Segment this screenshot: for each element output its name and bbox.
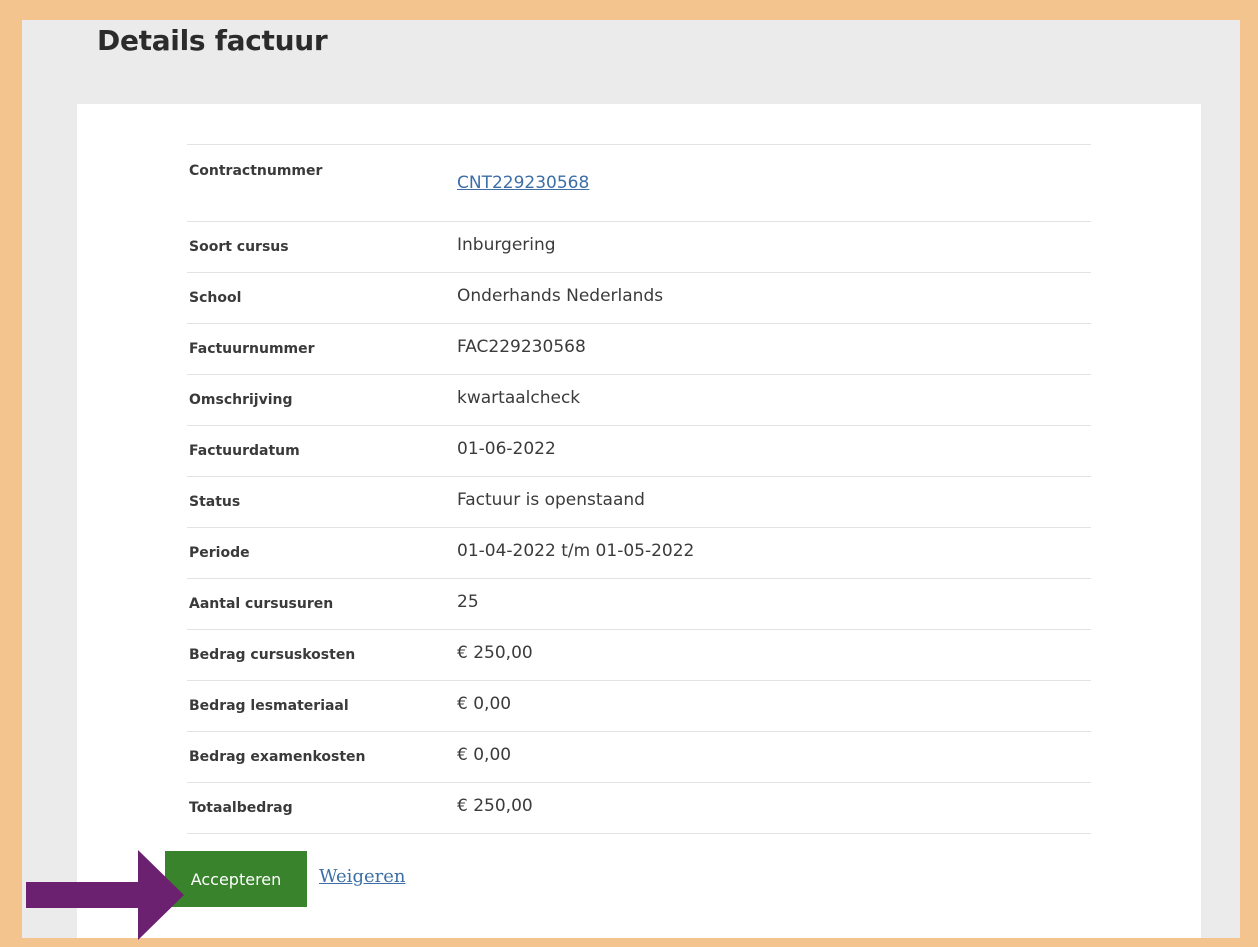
detail-label: Status — [189, 494, 241, 510]
detail-label: Omschrijving — [189, 392, 293, 408]
contract-number-link[interactable]: CNT229230568 — [457, 173, 589, 193]
detail-value: € 250,00 — [457, 796, 533, 816]
detail-row-bedrag-cursuskosten: Bedrag cursuskosten € 250,00 — [187, 630, 1091, 681]
detail-label: Bedrag lesmateriaal — [189, 698, 349, 714]
detail-row-bedrag-lesmateriaal: Bedrag lesmateriaal € 0,00 — [187, 681, 1091, 732]
detail-label: Bedrag cursuskosten — [189, 647, 356, 663]
detail-row-aantal-cursusuren: Aantal cursusuren 25 — [187, 579, 1091, 630]
detail-label: Factuurnummer — [189, 341, 315, 357]
detail-row-status: Status Factuur is openstaand — [187, 477, 1091, 528]
detail-label: Contractnummer — [189, 163, 323, 179]
detail-value: kwartaalcheck — [457, 388, 581, 408]
detail-label: Bedrag examenkosten — [189, 749, 366, 765]
detail-row-periode: Periode 01-04-2022 t/m 01-05-2022 — [187, 528, 1091, 579]
detail-value: Inburgering — [457, 235, 556, 255]
page-frame: Details factuur Contractnummer CNT229230… — [22, 20, 1240, 938]
detail-label: Factuurdatum — [189, 443, 300, 459]
detail-row-omschrijving: Omschrijving kwartaalcheck — [187, 375, 1091, 426]
refuse-link[interactable]: Weigeren — [319, 866, 405, 887]
detail-row-school: School Onderhands Nederlands — [187, 273, 1091, 324]
detail-value: FAC229230568 — [457, 337, 586, 357]
accept-button[interactable]: Accepteren — [165, 851, 307, 907]
detail-value: € 250,00 — [457, 643, 533, 663]
detail-label: Aantal cursusuren — [189, 596, 334, 612]
detail-label: Soort cursus — [189, 239, 289, 255]
invoice-details-table: Contractnummer CNT229230568 Soort cursus… — [187, 144, 1091, 834]
detail-row-factuurdatum: Factuurdatum 01-06-2022 — [187, 426, 1091, 477]
detail-label: Periode — [189, 545, 250, 561]
invoice-details-card: Contractnummer CNT229230568 Soort cursus… — [77, 104, 1201, 938]
detail-row-totaalbedrag: Totaalbedrag € 250,00 — [187, 783, 1091, 834]
detail-value: € 0,00 — [457, 694, 512, 714]
detail-label: Totaalbedrag — [189, 800, 293, 816]
page-title: Details factuur — [97, 24, 328, 57]
detail-row-soort-cursus: Soort cursus Inburgering — [187, 222, 1091, 273]
detail-value: 01-06-2022 — [457, 439, 556, 459]
right-arrow-icon — [26, 850, 184, 940]
detail-value: Onderhands Nederlands — [457, 286, 664, 306]
detail-row-bedrag-examenkosten: Bedrag examenkosten € 0,00 — [187, 732, 1091, 783]
detail-value: 25 — [457, 592, 479, 612]
detail-label: School — [189, 290, 242, 306]
detail-row-factuurnummer: Factuurnummer FAC229230568 — [187, 324, 1091, 375]
detail-row-contractnummer: Contractnummer CNT229230568 — [187, 145, 1091, 222]
detail-value: Factuur is openstaand — [457, 490, 645, 510]
detail-value: 01-04-2022 t/m 01-05-2022 — [457, 541, 695, 561]
detail-value: € 0,00 — [457, 745, 512, 765]
